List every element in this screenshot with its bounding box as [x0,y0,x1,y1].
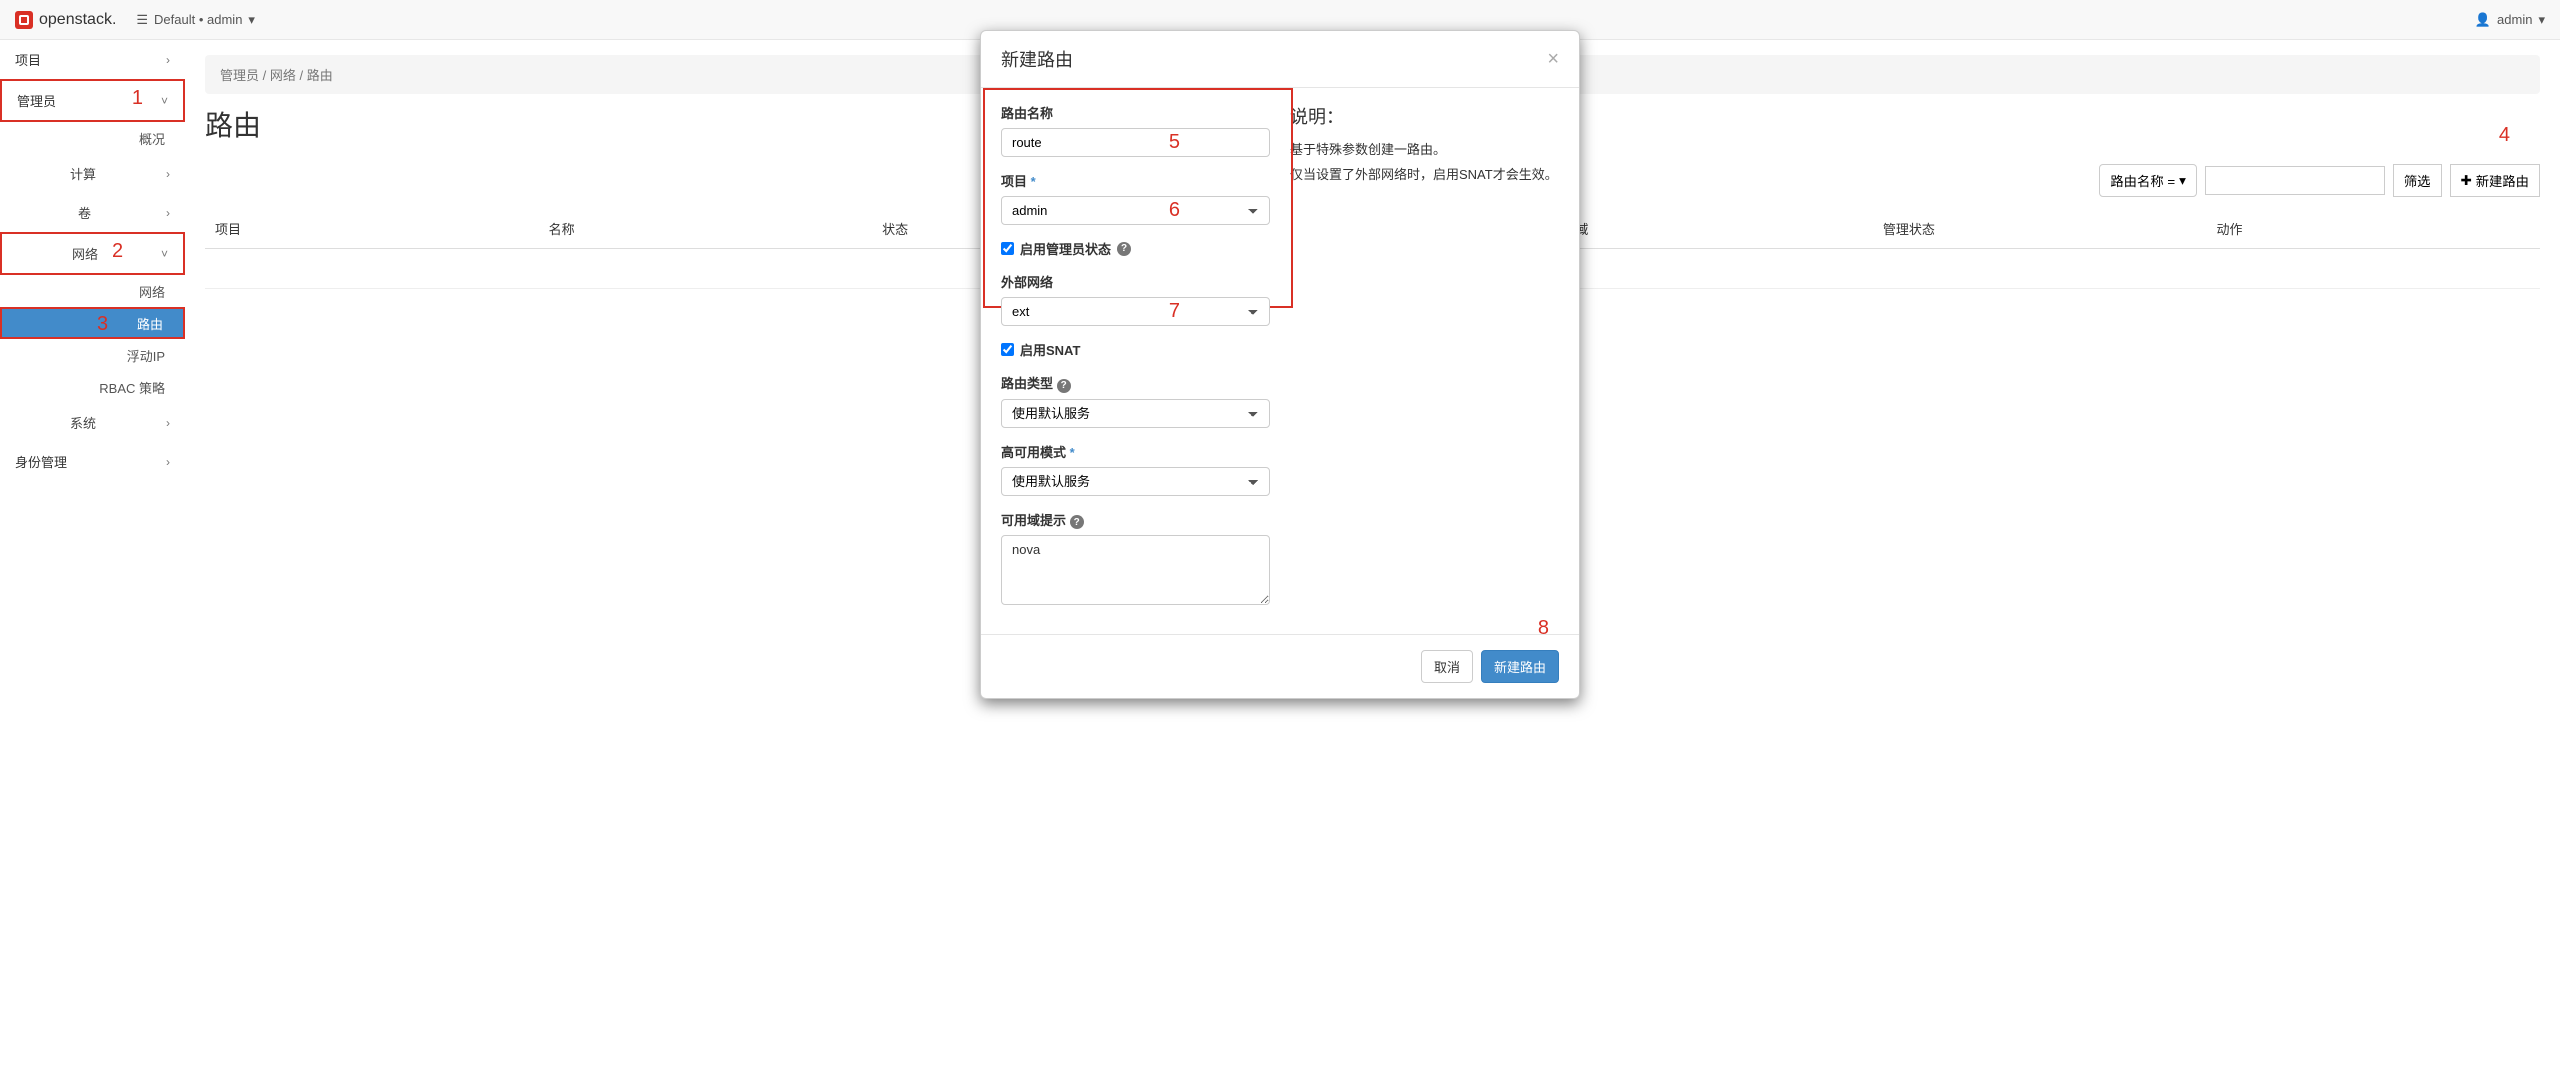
annotation-3: 3 [97,313,108,336]
user-label: admin [2497,12,2532,27]
chevron-right-icon: › [166,416,170,430]
ha-select[interactable]: 使用默认服务 [1001,467,1270,496]
desc-line: 仅当设置了外部网络时，启用SNAT才会生效。 [1290,164,1559,183]
project-selector[interactable]: ☰ Default • admin ▾ [136,12,255,28]
modal-title: 新建路由 [1001,46,1073,72]
chevron-down-icon: ˅ [161,94,168,108]
caret-down-icon: ▾ [248,12,255,28]
breadcrumb-item: 路由 [307,68,333,83]
chevron-right-icon: › [166,455,170,469]
project-label: Default • admin [154,12,242,27]
close-icon[interactable]: × [1547,48,1559,71]
route-type-select[interactable]: 使用默认服务 [1001,399,1270,428]
caret-down-icon: ▾ [2179,173,2186,189]
sidebar-item-network[interactable]: 网络 ˅ 2 [0,232,185,275]
breadcrumb-item[interactable]: 管理员 [220,68,259,83]
plus-icon: ✚ [2461,173,2472,189]
sidebar-item-identity[interactable]: 身份管理 › [0,442,185,481]
sidebar: 项目 › 管理员 ˅ 1 概况 计算 › 卷 › 网络 ˅ 2 网络 3 路由 [0,40,185,1071]
filter-button[interactable]: 筛选 [2393,164,2442,197]
route-type-label: 路由类型 ? [1001,373,1270,393]
project-label: 项目 * [1001,171,1270,190]
sidebar-item-volume[interactable]: 卷 › [0,193,185,232]
create-button-label: 新建路由 [2476,171,2529,190]
annotation-1: 1 [132,87,143,110]
enable-snat-label: 启用SNAT [1020,340,1080,359]
sidebar-item-system[interactable]: 系统 › [0,403,185,442]
sidebar-item-label: 网络 [139,282,165,301]
az-label: 可用域提示 ? [1001,510,1270,530]
sidebar-item-label: 浮动IP [127,346,165,365]
logo[interactable]: openstack. [15,11,116,29]
sidebar-item-compute[interactable]: 计算 › [0,154,185,193]
desc-line: 基于特殊参数创建一路由。 [1290,139,1559,158]
route-name-label: 路由名称 [1001,103,1270,122]
layers-icon: ☰ [136,12,148,28]
help-icon[interactable]: ? [1070,515,1084,529]
table-col: 管理状态 [1873,219,2207,238]
filter-type-button[interactable]: 路由名称 = ▾ [2099,164,2197,197]
sidebar-item-label: 管理员 [17,91,56,110]
sidebar-item-label: 卷 [78,203,91,222]
breadcrumb-item[interactable]: 网络 [270,68,296,83]
ha-label: 高可用模式 * [1001,442,1270,461]
logo-text: openstack. [39,11,116,29]
sidebar-item-router[interactable]: 3 路由 [0,307,185,339]
route-name-input[interactable] [1001,128,1270,157]
chevron-right-icon: › [166,53,170,67]
sidebar-item-label: 身份管理 [15,452,67,471]
cancel-button[interactable]: 取消 [1421,650,1473,683]
help-icon[interactable]: ? [1117,242,1131,256]
user-icon: 👤 [2475,12,2491,28]
modal-description: 说明： 基于特殊参数创建一路由。 仅当设置了外部网络时，启用SNAT才会生效。 [1290,103,1559,619]
ext-net-select[interactable]: ext [1001,297,1270,326]
chevron-right-icon: › [166,167,170,181]
sidebar-item-network-sub[interactable]: 网络 [0,275,185,307]
openstack-logo-icon [15,11,33,29]
az-option[interactable]: nova [1006,540,1265,559]
help-icon[interactable]: ? [1057,379,1071,393]
sidebar-item-label: 网络 [72,244,98,263]
enable-admin-checkbox[interactable] [1001,242,1014,255]
sidebar-item-label: RBAC 策略 [99,378,165,397]
chevron-right-icon: › [166,206,170,220]
filter-input[interactable] [2205,166,2385,195]
table-col: 可用域 [1539,219,1873,238]
sidebar-item-admin[interactable]: 管理员 ˅ 1 [0,79,185,122]
create-router-modal: 新建路由 × 路由名称 5 项目 * admin 6 启用管理员状态 ? [980,30,1580,699]
table-col: 名称 [539,219,873,238]
sidebar-item-label: 路由 [137,314,163,333]
create-router-button[interactable]: ✚ 新建路由 [2450,164,2540,197]
user-menu[interactable]: 👤 admin ▾ [2475,12,2545,28]
filter-type-label: 路由名称 = [2110,171,2175,190]
modal-header: 新建路由 × [981,31,1579,88]
annotation-2: 2 [112,240,123,263]
table-col: 项目 [205,219,539,238]
chevron-down-icon: ˅ [161,247,168,261]
sidebar-item-floating-ip[interactable]: 浮动IP [0,339,185,371]
table-col: 动作 [2206,219,2540,238]
az-listbox[interactable]: nova [1001,535,1270,605]
sidebar-item-project[interactable]: 项目 › [0,40,185,79]
submit-button[interactable]: 新建路由 [1481,650,1559,683]
project-select[interactable]: admin [1001,196,1270,225]
desc-title: 说明： [1290,103,1559,129]
enable-snat-checkbox[interactable] [1001,343,1014,356]
ext-net-label: 外部网络 [1001,272,1270,291]
sidebar-item-label: 系统 [70,413,96,432]
sidebar-item-label: 计算 [70,164,96,183]
sidebar-item-label: 概况 [139,129,165,148]
sidebar-item-rbac[interactable]: RBAC 策略 [0,371,185,403]
sidebar-item-label: 项目 [15,50,41,69]
caret-down-icon: ▾ [2538,12,2545,28]
modal-form: 路由名称 5 项目 * admin 6 启用管理员状态 ? 外部网络 ext [1001,103,1270,619]
sidebar-item-overview[interactable]: 概况 [0,122,185,154]
enable-admin-label: 启用管理员状态 [1020,239,1111,258]
